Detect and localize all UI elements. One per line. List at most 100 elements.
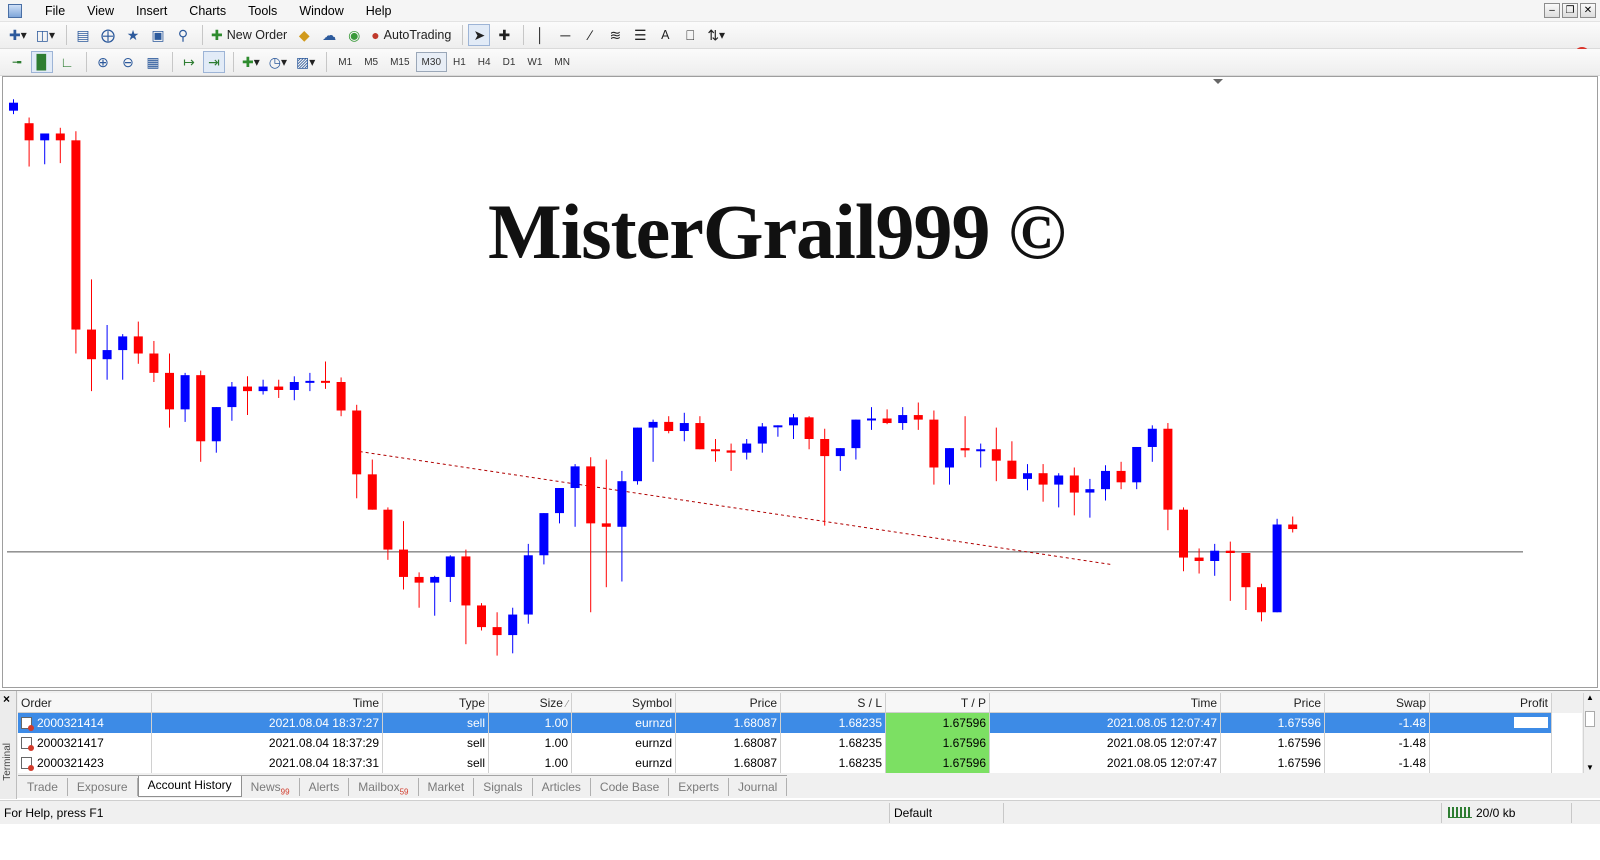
scroll-down-icon[interactable]: ▼ [1584,763,1596,773]
table-scrollbar[interactable]: ▲ ▼ [1583,693,1596,773]
table-row[interactable]: 2000321417 2021.08.04 18:37:29 sell 1.00… [18,733,1582,753]
chart-shift-button[interactable]: ⇥ [203,51,225,73]
autotrading-button[interactable]: ● AutoTrading [368,24,454,46]
menu-view[interactable]: View [76,0,125,22]
tab-trade[interactable]: Trade [18,778,68,796]
menu-tools[interactable]: Tools [237,0,288,22]
timeframe-m15[interactable]: M15 [384,52,415,72]
col-symbol[interactable]: Symbol [572,693,676,713]
horizontal-line-tool[interactable]: ─ [554,24,576,46]
col-swap[interactable]: Swap [1325,693,1430,713]
window-controls: – ❐ ✕ [1544,3,1596,18]
periods-button[interactable]: ◷ ▾ [266,51,290,73]
zoom-in-button[interactable]: ⊕ [92,51,114,73]
timeframe-m5[interactable]: M5 [358,52,384,72]
tab-mailbox[interactable]: Mailbox59 [349,778,419,796]
bar-chart-button[interactable]: ╼ [6,51,28,73]
new-chart-button[interactable]: ✚ ▾ [6,24,30,46]
order-symbol: eurnzd [572,753,676,773]
menu-window[interactable]: Window [288,0,354,22]
timeframe-w1[interactable]: W1 [521,52,548,72]
col-profit[interactable]: Profit [1430,693,1552,713]
arrows-tool[interactable]: ⇅ ▾ [704,24,728,46]
col-time[interactable]: Time [152,693,383,713]
text-tool[interactable]: A [654,24,676,46]
sort-indicator-icon: ⁄ [566,699,568,710]
menu-insert[interactable]: Insert [125,0,178,22]
tab-journal[interactable]: Journal [729,778,788,796]
col-sl[interactable]: S / L [781,693,886,713]
new-order-button[interactable]: ✚ New Order [208,24,290,46]
col-tp[interactable]: T / P [886,693,990,713]
restore-button[interactable]: ❐ [1562,3,1578,18]
price-chart[interactable]: MisterGrail999 © [2,76,1598,688]
close-button[interactable]: ✕ [1580,3,1596,18]
vertical-line-tool[interactable]: │ [529,24,551,46]
templates-button[interactable]: ▨ ▾ [293,51,318,73]
open-time: 2021.08.04 18:37:27 [152,713,383,733]
tile-windows-button[interactable]: ▦ [142,51,164,73]
scroll-up-icon[interactable]: ▲ [1584,693,1596,703]
col-close-time[interactable]: Time [990,693,1221,713]
menu-file[interactable]: File [34,0,76,22]
tab-alerts[interactable]: Alerts [300,778,350,796]
candlestick-button[interactable]: ▉ [31,51,53,73]
zoom-out-button[interactable]: ⊖ [117,51,139,73]
col-order[interactable]: Order [18,693,152,713]
tab-exposure[interactable]: Exposure [68,778,138,796]
tab-label: News [250,780,281,794]
timeframe-m1[interactable]: M1 [332,52,358,72]
cursor-tool[interactable]: ➤ [468,24,491,46]
vps-button[interactable]: ☁ [318,24,340,46]
template-icon: ▨ [296,53,310,70]
minimize-button[interactable]: – [1544,3,1560,18]
line-chart-icon: ∟ [60,54,74,70]
navigator-button[interactable]: ★ [122,24,144,46]
tab-experts[interactable]: Experts [669,778,729,796]
timeframe-d1[interactable]: D1 [497,52,522,72]
tab-market[interactable]: Market [419,778,475,796]
tab-signals[interactable]: Signals [474,778,533,796]
metaeditor-button[interactable]: ◆ [293,24,315,46]
strategy-tester-button[interactable]: ⚲ [172,24,194,46]
col-size[interactable]: Size ⁄ [489,693,572,713]
tab-articles[interactable]: Articles [533,778,591,796]
terminal-button[interactable]: ▣ [147,24,169,46]
row-order-cell: 2000321423 [18,753,152,773]
timeframe-h4[interactable]: H4 [472,52,497,72]
text-label-tool[interactable]: ⎕ [679,24,701,46]
col-type[interactable]: Type [383,693,489,713]
tab-label: Alerts [308,780,340,794]
scroll-thumb[interactable] [1585,711,1595,727]
menu-charts[interactable]: Charts [178,0,237,22]
close-terminal-icon[interactable]: × [3,692,10,706]
timeframe-h1[interactable]: H1 [447,52,472,72]
table-row[interactable]: 2000321423 2021.08.04 18:37:31 sell 1.00… [18,753,1582,773]
table-row[interactable]: 2000321414 2021.08.04 18:37:27 sell 1.00… [18,713,1582,733]
timeframe-m30[interactable]: M30 [415,52,447,72]
col-price[interactable]: Price [676,693,781,713]
tab-code-base[interactable]: Code Base [591,778,670,796]
col-close-price[interactable]: Price [1221,693,1325,713]
candle-body [227,386,237,408]
fibonacci-tool[interactable]: ☰ [629,24,651,46]
timeframe-mn[interactable]: MN [548,52,576,72]
autoscroll-button[interactable]: ↦ [178,51,200,73]
menu-help[interactable]: Help [355,0,403,22]
market-watch-icon: ▤ [76,26,90,43]
candlestick-icon: ▉ [36,53,48,70]
market-watch-button[interactable]: ▤ [72,24,94,46]
order-id: 2000321414 [37,716,104,730]
data-window-button[interactable]: ⨁ [97,24,119,46]
tab-account-history[interactable]: Account History [137,776,242,797]
profiles-button[interactable]: ◫ ▾ [33,24,58,46]
tab-news[interactable]: News99 [242,778,300,796]
line-chart-button[interactable]: ∟ [56,51,78,73]
signals-button[interactable]: ◉ [343,24,365,46]
indicators-button[interactable]: ✚ ▾ [239,51,263,73]
channel-tool[interactable]: ≋ [604,24,626,46]
trendline-tool[interactable]: ∕ [579,24,601,46]
toolbar-separator [172,52,173,72]
tab-label: Exposure [76,780,128,794]
crosshair-tool[interactable]: ✚ [493,24,515,46]
